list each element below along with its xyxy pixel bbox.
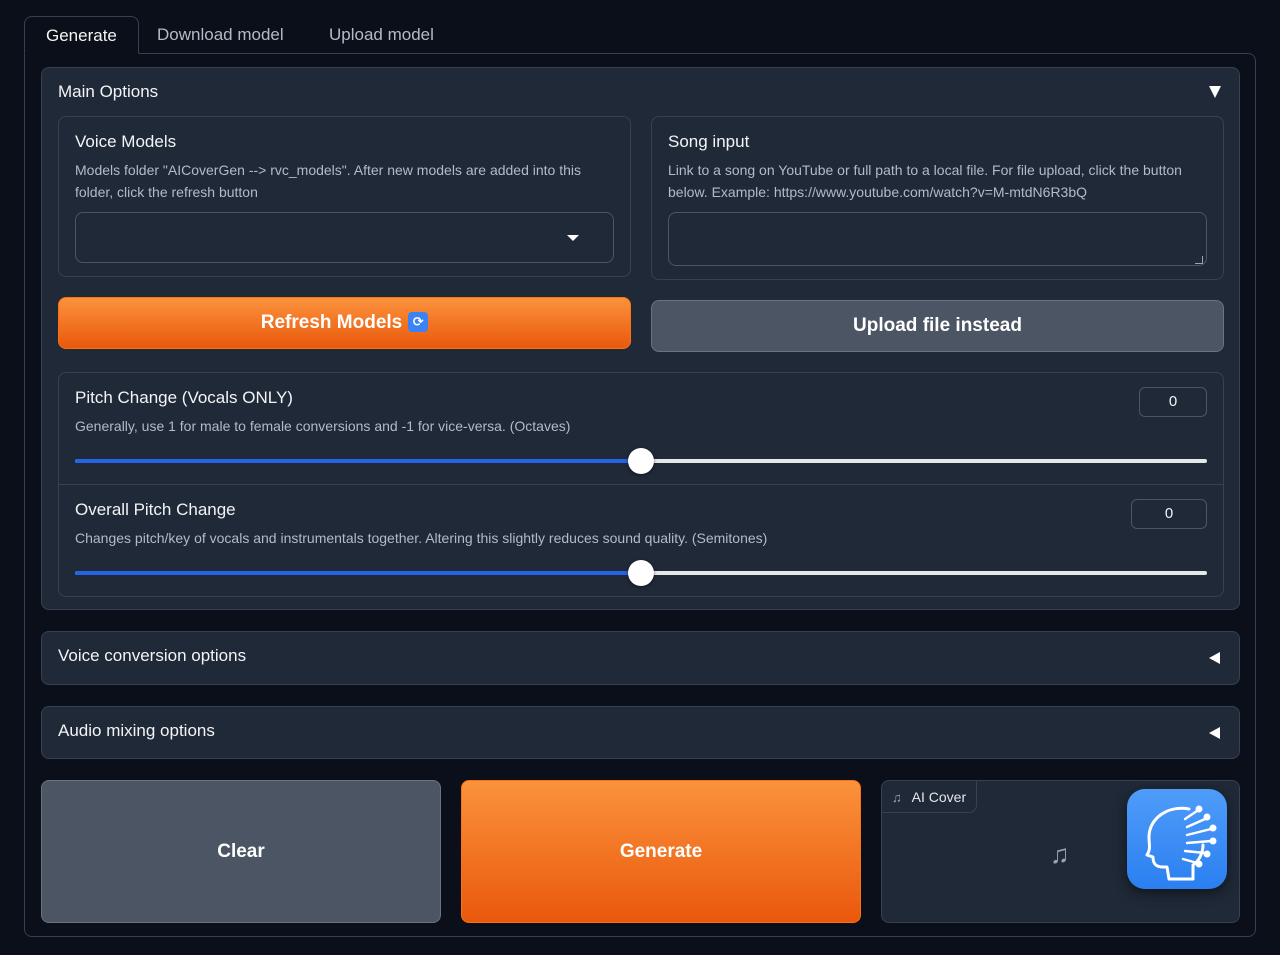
voice-conversion-accordion[interactable]: Voice conversion options — [41, 631, 1240, 685]
overall-pitch-label: Overall Pitch Change — [75, 500, 236, 519]
refresh-models-button[interactable]: Refresh Models ⟳ — [58, 297, 631, 349]
tab-download-model[interactable]: Download model — [136, 16, 305, 54]
slider-thumb[interactable] — [628, 448, 654, 474]
slider-fill — [75, 459, 641, 463]
main-options-accordion: Main Options Voice Models Models folder … — [41, 67, 1240, 610]
chevron-down-icon — [567, 235, 579, 241]
ai-cover-label-tag: ♫ AI Cover — [882, 781, 978, 813]
slider-fill — [75, 571, 641, 575]
main-options-title[interactable]: Main Options — [58, 82, 158, 102]
ai-head-icon-svg — [1145, 805, 1217, 881]
song-input-info-line: below. Example: https://www.youtube.com/… — [668, 184, 1088, 200]
song-input-info-line: Link to a song on YouTube or full path t… — [668, 162, 1182, 178]
voice-models-info-line: folder, click the refresh button — [75, 184, 258, 200]
slider-thumb[interactable] — [628, 560, 654, 586]
generate-panel: Main Options Voice Models Models folder … — [24, 53, 1256, 937]
song-input-label: Song input — [668, 132, 750, 151]
audio-mixing-title[interactable]: Audio mixing options — [58, 721, 215, 741]
voice-models-label: Voice Models — [75, 132, 177, 151]
pitch-change-number-input[interactable]: 0 — [1139, 387, 1207, 417]
tab-generate[interactable]: Generate — [24, 16, 139, 54]
song-input-info: Link to a song on YouTube or full path t… — [668, 159, 1182, 203]
app-root: Generate Download model Upload model Mai… — [24, 16, 1256, 937]
resize-handle-icon[interactable] — [1195, 256, 1203, 264]
pitch-slider-group: Pitch Change (Vocals ONLY) Generally, us… — [58, 372, 1224, 597]
pitch-change-row: Pitch Change (Vocals ONLY) Generally, us… — [59, 373, 1223, 485]
expand-arrow-icon[interactable] — [1209, 652, 1223, 666]
pitch-change-slider[interactable] — [75, 448, 1207, 474]
tab-bar: Generate Download model Upload model — [24, 16, 1256, 54]
ai-head-icon[interactable] — [1127, 789, 1227, 889]
voice-models-info: Models folder "AICoverGen --> rvc_models… — [75, 159, 581, 203]
tab-upload-model[interactable]: Upload model — [308, 16, 455, 54]
voice-models-info-line: Models folder "AICoverGen --> rvc_models… — [75, 162, 582, 178]
voice-models-dropdown[interactable] — [75, 212, 614, 263]
expand-arrow-icon[interactable] — [1209, 727, 1223, 741]
clear-button[interactable]: Clear — [41, 780, 441, 923]
music-note-icon: ♫ — [1050, 839, 1070, 869]
refresh-icon: ⟳ — [408, 312, 429, 332]
refresh-models-label: Refresh Models — [260, 312, 403, 333]
pitch-change-label: Pitch Change (Vocals ONLY) — [75, 388, 293, 407]
pitch-change-info: Generally, use 1 for male to female conv… — [75, 418, 571, 434]
voice-conversion-title[interactable]: Voice conversion options — [58, 646, 246, 666]
music-note-icon: ♫ — [892, 790, 902, 805]
overall-pitch-info: Changes pitch/key of vocals and instrume… — [75, 530, 768, 546]
collapse-arrow-icon[interactable] — [1209, 86, 1223, 100]
voice-models-block: Voice Models Models folder "AICoverGen -… — [58, 116, 631, 277]
overall-pitch-slider[interactable] — [75, 560, 1207, 586]
ai-cover-label: AI Cover — [911, 789, 967, 805]
audio-mixing-accordion[interactable]: Audio mixing options — [41, 706, 1240, 759]
overall-pitch-row: Overall Pitch Change Changes pitch/key o… — [59, 485, 1223, 597]
generate-button[interactable]: Generate — [461, 780, 861, 923]
song-input-field[interactable] — [668, 212, 1207, 266]
song-input-block: Song input Link to a song on YouTube or … — [651, 116, 1224, 280]
upload-file-button[interactable]: Upload file instead — [651, 300, 1224, 352]
overall-pitch-number-input[interactable]: 0 — [1131, 499, 1207, 529]
